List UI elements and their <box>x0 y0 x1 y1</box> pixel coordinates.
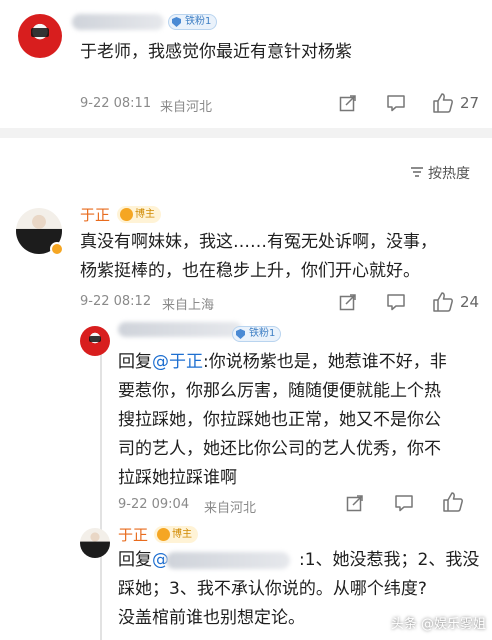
author-name[interactable]: 于正 <box>118 524 148 545</box>
nested-reply2-line-3: 没盖棺前谁也别想定论。 <box>118 608 305 628</box>
nested-reply-line-2: 要惹你，你那么厉害，随随便便就能上个热 <box>118 381 441 401</box>
nested-reply-line-1: 回复@于正:你说杨紫也是，她惹谁不好，非 <box>118 348 447 377</box>
nested-reply-line-5: 拉踩她拉踩谁啊 <box>118 468 237 488</box>
sort-by-hot[interactable]: 按热度 <box>428 163 470 183</box>
nested-reply-line-3: 搜拉踩她，你拉踩她也正常，她又不是你公 <box>118 410 441 430</box>
reply-text: :1、她没惹我；2、我没 <box>299 550 480 570</box>
sort-icon[interactable] <box>410 165 424 179</box>
section-divider <box>0 128 492 138</box>
comment-icon[interactable] <box>386 293 406 311</box>
nested-reply2-line-2: 踩她；3、我不承认你说的。从哪个纬度? <box>118 579 427 599</box>
nested-reply-time: 9-22 09:04 <box>118 497 190 512</box>
verified-icon <box>50 242 64 256</box>
reply-prefix: 回复 <box>118 550 152 570</box>
reply-prefix: 回复 <box>118 352 152 372</box>
redacted-username <box>72 14 164 30</box>
author-avatar[interactable] <box>80 528 110 558</box>
comment-icon[interactable] <box>386 94 406 112</box>
author-name[interactable]: 于正 <box>80 204 110 225</box>
like-icon[interactable] <box>432 92 454 114</box>
nested-reply-line-4: 司的艺人，她还比你公司的艺人优秀，你不 <box>118 439 441 459</box>
blogger-badge: 博主 <box>154 526 198 543</box>
redacted-username <box>118 322 242 337</box>
share-icon[interactable] <box>346 494 364 512</box>
reply-location: 来自上海 <box>162 298 215 313</box>
nested-reply-location: 来自河北 <box>204 501 257 516</box>
blogger-badge: 博主 <box>117 206 161 223</box>
watermark: 头条 @娱乐雾姐 <box>390 617 486 632</box>
fan-level-badge: 铁粉1 <box>168 14 218 30</box>
replier-avatar[interactable] <box>80 326 110 356</box>
like-count: 24 <box>460 293 480 311</box>
reply-text: :你说杨紫也是，她惹谁不好，非 <box>203 352 447 372</box>
fan-level-badge: 铁粉1 <box>232 326 282 342</box>
share-icon[interactable] <box>339 94 357 112</box>
commenter-avatar[interactable] <box>18 14 62 58</box>
comment-icon[interactable] <box>394 494 414 512</box>
like-count: 27 <box>460 94 480 112</box>
like-icon[interactable] <box>432 291 454 313</box>
comment-time: 9-22 08:11 <box>80 96 152 111</box>
thread-line <box>100 330 102 640</box>
like-icon[interactable] <box>442 491 464 513</box>
share-icon[interactable] <box>339 293 357 311</box>
reply-line-1: 真没有啊妹妹，我这……有冤无处诉啊，没事， <box>80 232 437 252</box>
mention-link[interactable]: @于正 <box>152 352 203 372</box>
reply-time: 9-22 08:12 <box>80 294 152 309</box>
reply-line-2: 杨紫挺棒的，也在稳步上升，你们开心就好。 <box>80 261 420 281</box>
comment-text: 于老师，我感觉你最近有意针对杨紫 <box>80 42 352 62</box>
redacted-mention <box>166 552 290 569</box>
comment-location: 来自河北 <box>160 100 213 115</box>
